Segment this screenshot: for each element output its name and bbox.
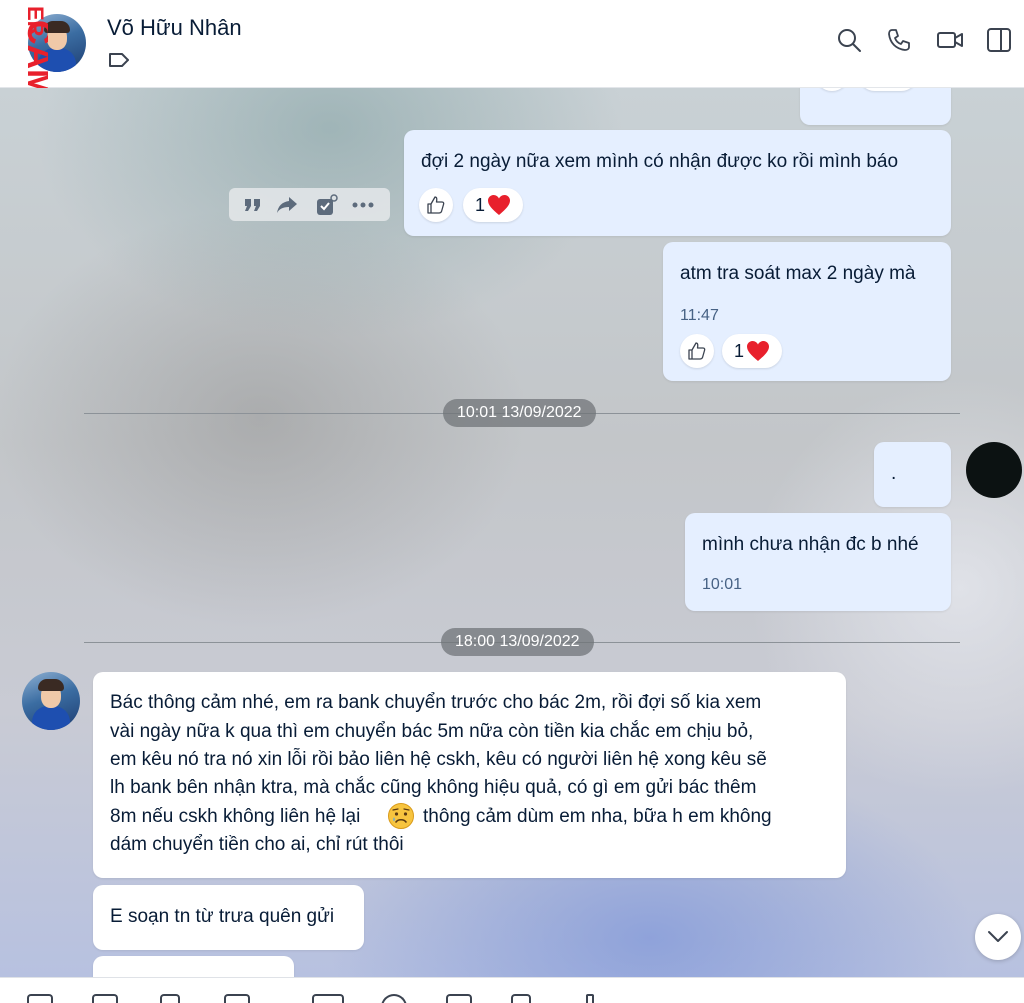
contact-name[interactable]: Võ Hữu Nhân [107, 15, 242, 41]
chevron-down-icon [988, 931, 1008, 942]
format-icon[interactable] [511, 994, 531, 1003]
message-line: dám chuyển tiền cho ai, chỉ rút thôi [110, 834, 404, 855]
forward-icon[interactable] [275, 193, 299, 217]
message-bubble-partial[interactable] [93, 956, 294, 977]
message-text: đợi 2 ngày nữa xem mình có nhận được ko … [421, 151, 899, 172]
date-divider: 10:01 13/09/2022 [443, 399, 596, 427]
tag-icon[interactable] [108, 52, 130, 68]
search-icon[interactable] [836, 27, 862, 53]
composer-toolbar [0, 977, 1024, 1003]
chat-area[interactable]: 1 đợi 2 ngày nữa xem mình có nhận được k… [0, 88, 1024, 977]
like-icon [688, 342, 706, 360]
reaction-count[interactable]: 1 [858, 88, 919, 91]
video-call-icon[interactable] [936, 27, 964, 53]
quote-icon[interactable] [241, 193, 265, 217]
reaction-count[interactable]: 1 [722, 334, 783, 368]
sidebar-toggle-icon[interactable] [986, 27, 1012, 53]
message-bubble[interactable]: đợi 2 ngày nữa xem mình có nhận được ko … [404, 130, 951, 236]
message-text: atm tra soát max 2 ngày mà [680, 263, 916, 284]
more-toolbar-icon[interactable] [586, 994, 594, 1003]
message-bubble[interactable]: Bác thông cảm nhé, em ra bank chuyển trư… [93, 672, 846, 878]
task-icon[interactable] [446, 994, 472, 1003]
like-icon [427, 196, 445, 214]
message-time: 11:47 [680, 307, 719, 324]
reaction-count[interactable]: 1 [463, 188, 524, 222]
message-line: 8m nếu cskh không liên hệ lại [110, 806, 361, 827]
message-actions-bar [229, 188, 390, 221]
scroll-to-bottom-button[interactable] [975, 914, 1021, 960]
user-avatar[interactable] [966, 442, 1022, 498]
message-text: E soạn tn từ trưa quên gửi [110, 906, 335, 927]
screenshot-icon[interactable] [224, 994, 250, 1003]
heart-icon [488, 195, 511, 215]
message-line: lh bank bên nhận ktra, mà chắc cũng khôn… [110, 777, 757, 798]
phone-icon[interactable] [886, 27, 912, 53]
message-line: vài ngày nữa k qua thì em chuyển bác 5m … [110, 721, 754, 742]
card-icon[interactable] [312, 994, 344, 1003]
sender-avatar[interactable] [22, 672, 80, 730]
select-icon[interactable] [315, 193, 339, 217]
message-bubble-partial[interactable]: 1 [800, 88, 951, 125]
sticker-icon[interactable] [27, 994, 53, 1003]
sad-emoji-icon [388, 803, 414, 829]
message-text: mình chưa nhận đc b nhé [702, 534, 919, 555]
chat-header: ER CAM.INFO Võ Hữu Nhân [0, 0, 1024, 188]
attach-icon[interactable] [160, 994, 180, 1003]
message-line: thông cảm dùm em nha, bữa h em không [423, 806, 772, 827]
image-icon[interactable] [92, 994, 118, 1003]
heart-icon [747, 341, 770, 361]
date-divider: 18:00 13/09/2022 [441, 628, 594, 656]
message-bubble[interactable]: atm tra soát max 2 ngày mà 11:47 1 [663, 242, 951, 381]
like-button[interactable] [680, 334, 714, 368]
message-text: . [891, 463, 897, 484]
message-time: 10:01 [702, 576, 743, 593]
like-button[interactable] [815, 88, 849, 91]
like-button[interactable] [419, 188, 453, 222]
message-bubble[interactable]: . [874, 442, 951, 507]
reminder-icon[interactable] [381, 994, 407, 1003]
more-icon[interactable] [351, 193, 375, 217]
message-line: em kêu nó tra nó xin lỗi rồi bảo liên hệ… [110, 749, 767, 770]
message-bubble[interactable]: E soạn tn từ trưa quên gửi [93, 885, 364, 950]
message-bubble[interactable]: mình chưa nhận đc b nhé 10:01 [685, 513, 951, 611]
message-line: Bác thông cảm nhé, em ra bank chuyển trư… [110, 692, 762, 713]
